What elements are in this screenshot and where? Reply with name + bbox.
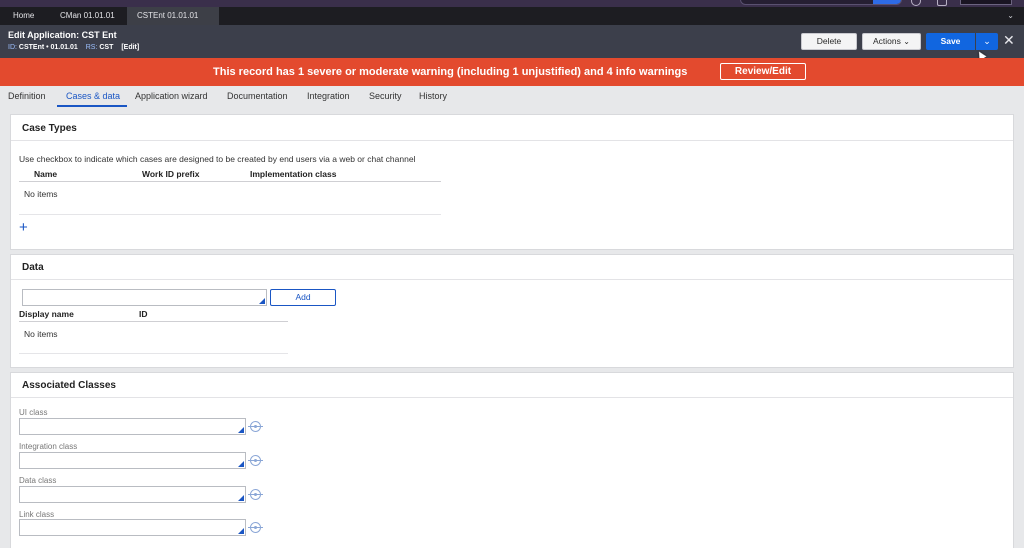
actions-button[interactable]: Actions ⌄ xyxy=(862,33,921,50)
data-class-input[interactable] xyxy=(19,486,246,503)
table-bottom-rule xyxy=(19,214,441,215)
empty-table-message: No items xyxy=(24,329,58,339)
doc-tab-home[interactable]: Home xyxy=(3,7,44,25)
autocomplete-corner-icon xyxy=(259,298,265,304)
rs-value: CST xyxy=(99,44,114,51)
table-bottom-rule xyxy=(19,353,288,354)
section-title: Case Types xyxy=(22,123,77,134)
tab-application-wizard[interactable]: Application wizard xyxy=(135,91,208,101)
data-section: Data Add Display name ID No items xyxy=(10,254,1014,368)
data-type-input[interactable] xyxy=(22,289,267,306)
tab-integration[interactable]: Integration xyxy=(307,91,350,101)
link-class-label: Link class xyxy=(19,510,55,519)
doc-tab-cstent[interactable]: CSTEnt 01.01.01 xyxy=(127,7,219,25)
record-meta: ID: CSTEnt • 01.01.01 RS: CST [Edit] xyxy=(8,44,145,51)
table-header-rule xyxy=(19,321,288,322)
section-divider xyxy=(11,279,1013,280)
search-button[interactable] xyxy=(873,0,901,4)
target-icon[interactable] xyxy=(248,489,263,500)
global-search-input[interactable] xyxy=(740,0,902,5)
doc-tab-cman[interactable]: CMan 01.01.01 xyxy=(50,7,125,25)
id-key: ID: xyxy=(8,44,17,51)
add-button[interactable]: Add xyxy=(270,289,336,306)
integration-class-label: Integration class xyxy=(19,442,78,451)
active-tab-indicator xyxy=(57,105,127,107)
column-header-implementation-class[interactable]: Implementation class xyxy=(250,169,336,179)
autocomplete-corner-icon xyxy=(238,528,244,534)
link-class-input[interactable] xyxy=(19,519,246,536)
rule-tabs: Definition Cases & data Application wiza… xyxy=(0,86,1024,110)
chevron-down-icon: ⌄ xyxy=(983,36,991,46)
autocomplete-corner-icon xyxy=(238,427,244,433)
delete-button[interactable]: Delete xyxy=(801,33,857,50)
record-header: Edit Application: CST Ent ID: CSTEnt • 0… xyxy=(0,25,1024,58)
data-class-label: Data class xyxy=(19,476,57,485)
empty-table-message: No items xyxy=(24,189,58,199)
section-divider xyxy=(11,397,1013,398)
column-header-work-id-prefix[interactable]: Work ID prefix xyxy=(142,169,199,179)
review-edit-button[interactable]: Review/Edit xyxy=(720,63,806,80)
warning-banner: This record has 1 severe or moderate war… xyxy=(0,58,1024,86)
section-title: Data xyxy=(22,262,44,273)
ui-class-label: UI class xyxy=(19,408,48,417)
tab-cases-data[interactable]: Cases & data xyxy=(66,91,120,101)
case-types-instruction: Use checkbox to indicate which cases are… xyxy=(19,154,416,164)
plus-icon[interactable]: + xyxy=(19,219,28,236)
chevron-down-icon[interactable]: ⌄ xyxy=(1007,11,1014,20)
chevron-down-icon: ⌄ xyxy=(903,37,910,46)
ui-class-input[interactable] xyxy=(19,418,246,435)
close-icon[interactable]: ✕ xyxy=(1003,32,1015,49)
tab-documentation[interactable]: Documentation xyxy=(227,91,288,101)
associated-classes-section: Associated Classes UI class Integration … xyxy=(10,372,1014,548)
help-icon[interactable] xyxy=(911,0,921,6)
table-header-rule xyxy=(19,181,441,182)
notifications-icon[interactable] xyxy=(937,0,947,6)
column-header-id[interactable]: ID xyxy=(139,309,148,319)
column-header-display-name[interactable]: Display name xyxy=(19,309,74,319)
autocomplete-corner-icon xyxy=(238,461,244,467)
save-options-button[interactable]: ⌄ xyxy=(976,33,998,50)
rs-key: RS: xyxy=(85,44,98,51)
document-tabs: Home CMan 01.01.01 CSTEnt 01.01.01 ⌄ xyxy=(0,7,1024,25)
tab-history[interactable]: History xyxy=(419,91,447,101)
actions-label: Actions xyxy=(873,36,901,46)
column-header-name[interactable]: Name xyxy=(34,169,57,179)
page-title: Edit Application: CST Ent xyxy=(8,30,117,40)
operator-menu[interactable] xyxy=(960,0,1012,5)
target-icon[interactable] xyxy=(248,455,263,466)
edit-ruleset-link[interactable]: [Edit] xyxy=(121,44,139,51)
app-header-strip xyxy=(0,0,1024,7)
target-icon[interactable] xyxy=(248,421,263,432)
integration-class-input[interactable] xyxy=(19,452,246,469)
id-value: CSTEnt • 01.01.01 xyxy=(18,44,78,51)
target-icon[interactable] xyxy=(248,522,263,533)
warning-message: This record has 1 severe or moderate war… xyxy=(213,66,688,78)
case-types-section: Case Types Use checkbox to indicate whic… xyxy=(10,114,1014,250)
tab-definition[interactable]: Definition xyxy=(8,91,46,101)
autocomplete-corner-icon xyxy=(238,495,244,501)
section-divider xyxy=(11,140,1013,141)
save-button[interactable]: Save xyxy=(926,33,975,50)
tab-security[interactable]: Security xyxy=(369,91,402,101)
section-title: Associated Classes xyxy=(22,380,116,391)
